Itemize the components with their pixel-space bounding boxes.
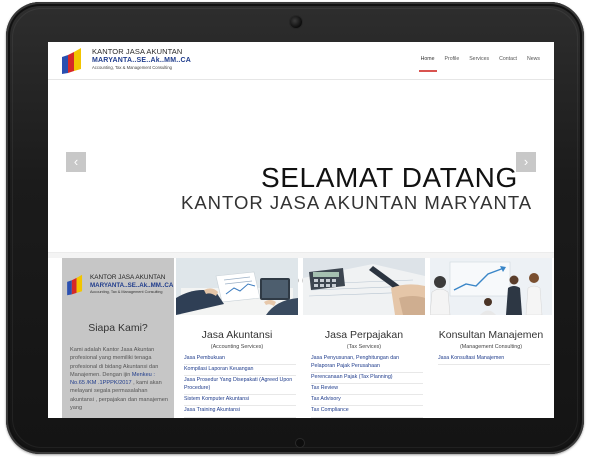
- logo-line-1: KANTOR JASA AKUNTAN: [92, 47, 183, 56]
- chevron-right-icon[interactable]: ›: [516, 152, 536, 172]
- logo-tagline: Accounting, Tax & Management Consulting: [92, 65, 172, 70]
- nav-profile[interactable]: Profile: [445, 56, 460, 68]
- service-link[interactable]: Jasa Pembukuan: [184, 354, 296, 366]
- service-card-tax: Jasa Perpajakan (Tax Services) Jasa Peny…: [303, 258, 425, 418]
- camera-icon: [290, 16, 302, 28]
- service-subtitle: (Management Consulting): [459, 344, 523, 350]
- about-logo-line-2: MARYANTA..SE..Ak..MM..CA: [90, 282, 174, 289]
- management-photo: [430, 258, 552, 315]
- tablet-frame: KANTOR JASA AKUNTAN MARYANTA..SE..Ak..MM…: [6, 2, 584, 454]
- home-button[interactable]: [296, 439, 304, 447]
- about-logo-line-1: KANTOR JASA AKUNTAN: [90, 274, 166, 281]
- service-card-management: Konsultan Manajemen (Management Consulti…: [430, 258, 552, 418]
- hero-subtitle: KANTOR JASA AKUNTAN MARYANTA: [181, 192, 533, 213]
- service-link[interactable]: Jasa Prosedur Yang Disepakati (Agreed Up…: [184, 376, 296, 396]
- nav-services[interactable]: Services: [469, 56, 489, 68]
- nav-contact[interactable]: Contact: [499, 56, 517, 68]
- accounting-photo: [176, 258, 298, 315]
- service-list: Jasa Pembukuan Kompilasi Laporan Keuanga…: [184, 354, 296, 418]
- service-subtitle: (Tax Services): [346, 344, 382, 350]
- about-title: Siapa Kami?: [88, 322, 148, 334]
- service-title: Konsultan Manajemen: [438, 329, 544, 341]
- logo-icon: [67, 274, 83, 296]
- service-subtitle: (Accounting Services): [210, 344, 264, 350]
- logo-line-2: MARYANTA..SE..Ak..MM..CA: [92, 57, 192, 64]
- site-header: KANTOR JASA AKUNTAN MARYANTA..SE..Ak..MM…: [48, 42, 554, 80]
- service-link[interactable]: Perencanaan Pajak (Tax Planning): [311, 373, 423, 384]
- service-link[interactable]: Tax Advisory: [311, 395, 423, 407]
- browser-screen: KANTOR JASA AKUNTAN MARYANTA..SE..Ak..MM…: [48, 42, 554, 418]
- service-link[interactable]: Tax Review: [311, 384, 423, 396]
- service-link[interactable]: Tax Compliance: [311, 406, 423, 418]
- chevron-left-icon[interactable]: ‹: [66, 152, 86, 172]
- hero-slider: ‹ › SELAMAT DATANG KANTOR JASA AKUNTAN M…: [48, 80, 554, 284]
- service-link[interactable]: Jasa Konsultasi Manajemen: [438, 354, 550, 366]
- service-link[interactable]: Sistem Komputer Akuntansi: [184, 395, 296, 407]
- tax-photo: [303, 258, 425, 315]
- service-card-accounting: Jasa Akuntansi (Accounting Services) Jas…: [176, 258, 298, 418]
- service-link[interactable]: Jasa Penyusunan, Penghitungan dan Pelapo…: [311, 354, 423, 373]
- about-body: Kami adalah Kantor Jasa Akuntan profesio…: [70, 346, 170, 412]
- service-list: Jasa Konsultasi Manajemen: [438, 354, 550, 366]
- logo-icon[interactable]: [60, 47, 84, 75]
- about-panel: KANTOR JASA AKUNTAN MARYANTA..SE..Ak..MM…: [62, 258, 174, 418]
- service-list: Jasa Penyusunan, Penghitungan dan Pelapo…: [311, 354, 423, 418]
- service-link[interactable]: Jasa Training Akuntansi: [184, 406, 296, 418]
- about-logo-tagline: Accounting, Tax & Management Consulting: [90, 290, 163, 294]
- about-logo-text: KANTOR JASA AKUNTAN MARYANTA..SE..Ak..MM…: [90, 274, 173, 295]
- service-title: Jasa Perpajakan: [324, 329, 404, 341]
- nav-home[interactable]: Home: [418, 56, 437, 72]
- nav-news[interactable]: News: [527, 56, 540, 68]
- hero-title: SELAMAT DATANG: [261, 162, 518, 193]
- service-link[interactable]: Kompilasi Laporan Keuangan: [184, 365, 296, 377]
- logo-text: KANTOR JASA AKUNTAN MARYANTA..SE..Ak..MM…: [92, 47, 191, 71]
- main-nav: Home Profile Services Contact News: [418, 56, 540, 72]
- service-title: Jasa Akuntansi: [201, 329, 273, 341]
